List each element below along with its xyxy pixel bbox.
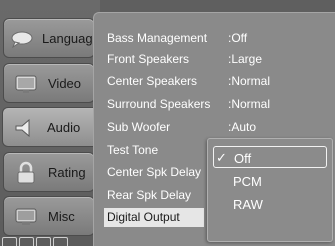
setting-value: :Normal <box>228 97 271 111</box>
setting-label: Test Tone <box>107 143 159 157</box>
setting-value: :Normal <box>228 74 271 88</box>
misc-monitor-icon <box>15 208 37 225</box>
page-indicator <box>2 237 17 246</box>
setting-value: :Auto <box>228 120 257 134</box>
tab-rating-label: Rating <box>48 165 86 180</box>
setting-row-surround-speakers[interactable]: Surround Speakers :Normal <box>107 95 327 114</box>
setting-value: :Off <box>228 31 248 45</box>
sidebar: Language Video Audio Rating Misc <box>0 0 100 246</box>
option-pcm[interactable]: PCM <box>213 170 327 192</box>
setting-label: Center Spk Delay <box>107 165 202 179</box>
tab-video-label: Video <box>48 76 82 91</box>
setting-label: Digital Output <box>107 210 180 224</box>
setting-label: Bass Management <box>107 31 208 45</box>
setting-label: Front Speakers <box>107 52 190 66</box>
page-indicator <box>19 237 34 246</box>
monitor-icon <box>15 75 37 93</box>
setting-label: Center Speakers <box>107 74 198 88</box>
option-raw[interactable]: RAW <box>213 193 327 215</box>
tab-audio-label: Audio <box>47 120 81 135</box>
page-indicator <box>36 237 51 246</box>
setting-row-front-speakers[interactable]: Front Speakers :Large <box>107 50 327 69</box>
speaker-icon <box>15 118 30 138</box>
setting-row-bass-management[interactable]: Bass Management :Off <box>107 29 327 48</box>
speech-bubble-icon <box>11 31 33 49</box>
tab-rating[interactable]: Rating <box>3 152 95 192</box>
tab-audio[interactable]: Audio <box>2 107 100 147</box>
setting-row-digital-output[interactable]: Digital Output <box>104 208 204 227</box>
option-label: RAW <box>233 197 263 212</box>
tab-misc[interactable]: Misc <box>3 196 95 236</box>
page-indicator <box>53 237 68 246</box>
option-label: PCM <box>233 174 262 189</box>
lock-icon <box>17 161 35 184</box>
tab-language-label: Language <box>42 31 100 46</box>
tab-misc-label: Misc <box>48 209 75 224</box>
digital-output-options-popup: ✓ Off PCM RAW <box>207 138 333 242</box>
setting-label: Rear Spk Delay <box>107 188 192 202</box>
setting-label: Sub Woofer <box>107 120 171 134</box>
setting-label: Surround Speakers <box>107 97 211 111</box>
checkmark-icon: ✓ <box>216 150 227 165</box>
setting-row-center-speakers[interactable]: Center Speakers :Normal <box>107 72 327 91</box>
tab-language[interactable]: Language <box>3 18 100 58</box>
tab-video[interactable]: Video <box>3 63 95 103</box>
option-label: Off <box>234 151 252 166</box>
setting-value: :Large <box>228 52 263 66</box>
page-indicator-strip <box>2 237 92 246</box>
setting-row-sub-woofer[interactable]: Sub Woofer :Auto <box>107 118 327 137</box>
option-off[interactable]: ✓ Off <box>213 146 327 168</box>
